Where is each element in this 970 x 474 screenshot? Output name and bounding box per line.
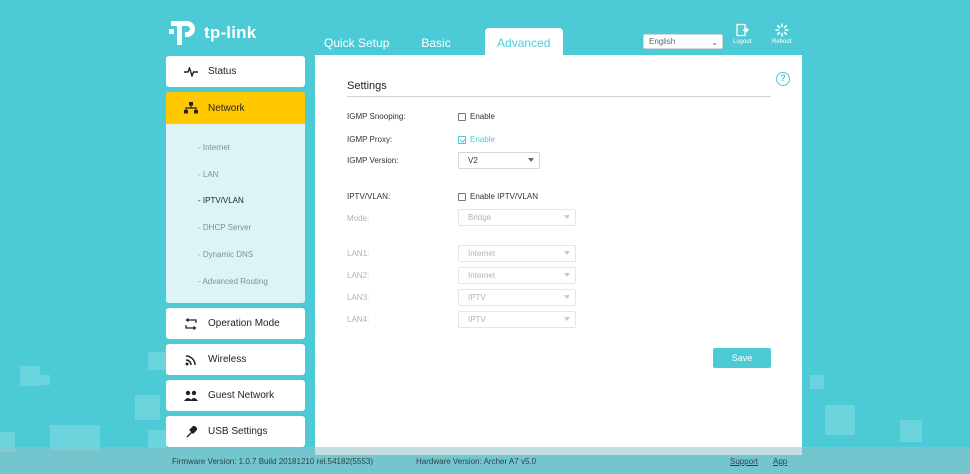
select-value: Internet xyxy=(468,271,496,280)
support-link[interactable]: Support xyxy=(730,457,758,466)
decor-square xyxy=(20,366,40,386)
reboot-button[interactable]: Reboot xyxy=(772,23,791,45)
sidebar-item-label: Network xyxy=(208,102,245,114)
sidebar-item-label: USB Settings xyxy=(208,426,268,437)
reboot-label: Reboot xyxy=(772,39,792,45)
iptv-vlan-label: IPTV/VLAN: xyxy=(347,192,391,201)
sidebar-subitem-iptv-vlan[interactable]: - IPTV/VLAN xyxy=(198,196,244,205)
tab-basic[interactable]: Basic xyxy=(405,28,466,55)
mode-select[interactable]: Bridge xyxy=(458,209,576,226)
usb-icon xyxy=(184,425,198,439)
select-value: Internet xyxy=(468,249,496,258)
decor-square xyxy=(900,420,922,442)
help-icon[interactable]: ? xyxy=(776,72,790,86)
decor-square xyxy=(148,430,166,448)
sidebar-item-wireless[interactable]: Wireless xyxy=(166,344,305,375)
sidebar-subitem-dynamic-dns[interactable]: - Dynamic DNS xyxy=(198,250,253,259)
sidebar-item-guest-network[interactable]: Guest Network xyxy=(166,380,305,411)
settings-panel: Settings ? IGMP Snooping: Enable IGMP Pr… xyxy=(315,55,802,455)
reboot-icon xyxy=(774,23,789,37)
lan4-select[interactable]: IPTV xyxy=(458,311,576,328)
igmp-snooping-label: IGMP Snooping: xyxy=(347,112,406,121)
logout-icon xyxy=(736,23,750,37)
sidebar-item-label: Status xyxy=(208,66,237,77)
logout-button[interactable]: Logout xyxy=(733,23,751,45)
decor-square xyxy=(135,395,160,420)
checkbox-box xyxy=(458,192,466,201)
brand-logo[interactable]: tp-link xyxy=(166,17,256,49)
sidebar-item-usb-settings[interactable]: USB Settings xyxy=(166,416,305,447)
select-value: Bridge xyxy=(468,213,492,222)
logout-label: Logout xyxy=(733,39,752,45)
top-tabs: Quick Setup Basic Advanced xyxy=(308,28,563,55)
language-value: English xyxy=(649,37,676,46)
igmp-version-label: IGMP Version: xyxy=(347,156,399,165)
sidebar-item-label: Operation Mode xyxy=(208,318,280,329)
sidebar-network-group: Network - Internet - LAN - IPTV/VLAN - D… xyxy=(166,92,305,303)
hardware-version: Hardware Version: Archer A7 v5.0 xyxy=(416,457,537,466)
lan4-label: LAN4: xyxy=(347,315,370,324)
sidebar-subitem-internet[interactable]: - Internet xyxy=(198,143,230,152)
chevron-down-icon xyxy=(528,158,534,162)
sidebar-item-label: Wireless xyxy=(208,354,247,365)
igmp-snooping-checkbox[interactable]: Enable xyxy=(458,112,495,121)
decor-square xyxy=(810,375,824,389)
checkbox-box xyxy=(458,112,466,121)
decor-square xyxy=(40,375,50,385)
lan1-select[interactable]: Internet xyxy=(458,245,576,262)
lan2-label: LAN2: xyxy=(347,271,370,280)
wireless-icon xyxy=(184,353,198,367)
language-select[interactable]: English ⌄ xyxy=(643,34,723,49)
sidebar-subitem-advanced-routing[interactable]: - Advanced Routing xyxy=(198,277,268,286)
checkbox-box-checked xyxy=(458,135,466,144)
chevron-down-icon: ⌄ xyxy=(711,38,718,47)
sidebar-subitem-lan[interactable]: - LAN xyxy=(198,170,218,179)
lan1-label: LAN1: xyxy=(347,249,370,258)
lan3-select[interactable]: IPTV xyxy=(458,289,576,306)
checkbox-label: Enable xyxy=(470,112,495,121)
chevron-down-icon xyxy=(564,295,570,299)
select-value: V2 xyxy=(468,156,478,165)
sidebar-item-label: Guest Network xyxy=(208,390,275,401)
sidebar-subitem-dhcp-server[interactable]: - DHCP Server xyxy=(198,223,251,232)
tp-link-logo-icon xyxy=(169,21,195,45)
decor-square xyxy=(825,405,855,435)
network-icon xyxy=(184,101,198,115)
checkbox-label: Enable IPTV/VLAN xyxy=(470,192,539,201)
guest-users-icon xyxy=(184,389,198,403)
footer-bar: Firmware Version: 1.0.7 Build 20181210 r… xyxy=(0,447,970,474)
select-value: IPTV xyxy=(468,293,486,302)
igmp-version-select[interactable]: V2 xyxy=(458,152,540,169)
mode-label: Mode: xyxy=(347,214,370,223)
tab-advanced[interactable]: Advanced xyxy=(484,28,563,55)
checkbox-label: Enable xyxy=(470,135,495,144)
igmp-proxy-checkbox[interactable]: Enable xyxy=(458,135,495,144)
enable-iptv-vlan-checkbox[interactable]: Enable IPTV/VLAN xyxy=(458,192,538,201)
app-link[interactable]: App xyxy=(773,457,787,466)
title-divider xyxy=(347,96,771,97)
sidebar-item-status[interactable]: Status xyxy=(166,56,305,87)
lan3-label: LAN3: xyxy=(347,293,370,302)
select-value: IPTV xyxy=(468,315,486,324)
chevron-down-icon xyxy=(564,317,570,321)
logo-text: tp-link xyxy=(204,23,257,42)
lan2-select[interactable]: Internet xyxy=(458,267,576,284)
decor-square xyxy=(148,352,166,370)
chevron-down-icon xyxy=(564,251,570,255)
sidebar-item-operation-mode[interactable]: Operation Mode xyxy=(166,308,305,339)
operation-mode-icon xyxy=(184,317,198,331)
chevron-down-icon xyxy=(564,273,570,277)
chevron-down-icon xyxy=(564,215,570,219)
page-title: Settings xyxy=(347,80,387,92)
save-button[interactable]: Save xyxy=(713,348,771,368)
pulse-icon xyxy=(184,65,198,79)
tab-quick-setup[interactable]: Quick Setup xyxy=(308,28,405,55)
firmware-version: Firmware Version: 1.0.7 Build 20181210 r… xyxy=(172,457,374,466)
igmp-proxy-label: IGMP Proxy: xyxy=(347,135,393,144)
sidebar-item-network[interactable]: Network xyxy=(166,92,305,124)
